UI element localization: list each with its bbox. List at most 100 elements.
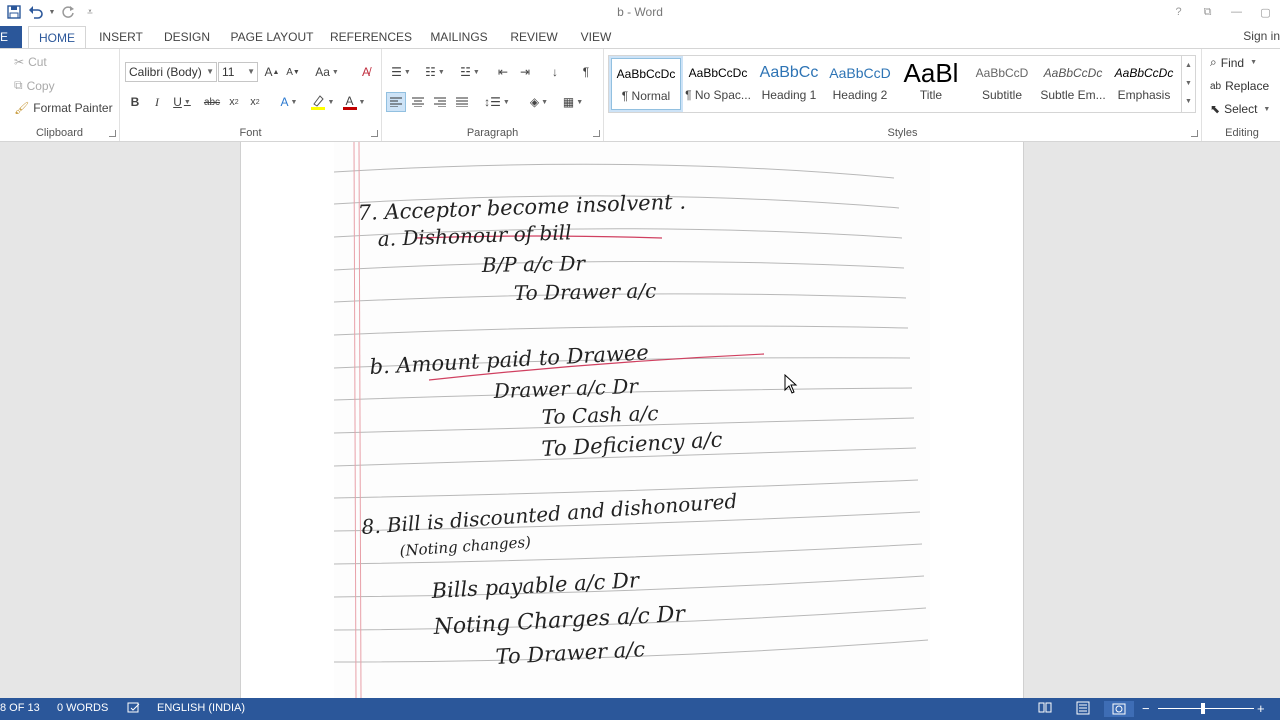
clipboard-launcher-icon[interactable]: [109, 130, 116, 137]
copy-icon: ⧉: [14, 78, 23, 92]
shrink-font-icon[interactable]: A ▼: [284, 62, 302, 82]
tab-design[interactable]: DESIGN: [160, 26, 214, 48]
tab-view[interactable]: VIEW: [574, 26, 618, 48]
copy-button[interactable]: ⧉ Copy: [14, 78, 55, 93]
replace-button[interactable]: ab Replace: [1210, 79, 1269, 93]
justify-icon[interactable]: [452, 92, 472, 112]
note-line-6: Drawer a/c Dr: [492, 374, 639, 403]
strikethrough-icon[interactable]: abc: [202, 92, 222, 112]
font-size-combo[interactable]: 11 ▼: [218, 62, 258, 82]
align-left-icon[interactable]: [386, 92, 406, 112]
numbering-icon[interactable]: ☷ ▼: [420, 62, 450, 82]
clipboard-group: ✂ Cut ⧉ Copy 🖌 Format Painter Clipboard: [0, 49, 120, 141]
sign-in-link[interactable]: Sign in: [1243, 29, 1280, 43]
language-indicator[interactable]: ENGLISH (INDIA): [157, 702, 245, 714]
font-launcher-icon[interactable]: [371, 130, 378, 137]
style-subtitle[interactable]: AaBbCcD Subtitle: [967, 58, 1037, 110]
style-heading-1[interactable]: AaBbCc Heading 1: [754, 58, 824, 110]
styles-gallery-scroll: ▲ ▼ ▼: [1181, 56, 1195, 112]
align-center-icon[interactable]: [408, 92, 428, 112]
tab-insert[interactable]: INSERT: [96, 26, 146, 48]
superscript-icon[interactable]: x2: [246, 92, 264, 112]
borders-icon[interactable]: ▦ ▼: [558, 92, 588, 112]
style-title[interactable]: AaBl Title: [896, 58, 966, 110]
styles-launcher-icon[interactable]: [1191, 130, 1198, 137]
find-button[interactable]: ⌕ Find ▼: [1210, 55, 1257, 70]
subscript-icon[interactable]: x2: [225, 92, 243, 112]
gallery-down-icon[interactable]: ▼: [1182, 74, 1195, 92]
line-spacing-icon[interactable]: ↕☰ ▼: [482, 92, 512, 112]
paintbrush-icon: 🖌: [14, 101, 30, 115]
bullets-icon[interactable]: ☰ ▼: [386, 62, 416, 82]
help-icon[interactable]: ?: [1164, 0, 1193, 24]
increase-indent-icon[interactable]: ⇥: [516, 62, 534, 82]
zoom-out-icon[interactable]: −: [1142, 701, 1150, 716]
tab-review[interactable]: REVIEW: [508, 26, 560, 48]
tab-references[interactable]: REFERENCES: [330, 26, 412, 48]
style-heading-2[interactable]: AaBbCcD Heading 2: [825, 58, 895, 110]
ribbon: ✂ Cut ⧉ Copy 🖌 Format Painter Clipboard …: [0, 48, 1280, 142]
font-size-dropdown-icon[interactable]: ▼: [247, 63, 255, 81]
web-layout-icon[interactable]: [1104, 701, 1134, 717]
note-line-3: B/P a/c Dr: [481, 251, 587, 277]
ribbon-display-options-icon[interactable]: ⧉: [1193, 0, 1222, 24]
tab-file[interactable]: E: [0, 26, 22, 48]
document-title: b - Word: [617, 5, 663, 19]
document-area[interactable]: 7. Acceptor become insolvent . a. Dishon…: [0, 142, 1280, 698]
tab-mailings[interactable]: MAILINGS: [424, 26, 494, 48]
zoom-slider[interactable]: [1158, 708, 1254, 709]
font-group: Calibri (Body) ▼ 11 ▼ A ▲ A ▼ Aa ▼ A̸ B I U ▼ …: [120, 49, 382, 141]
tab-home[interactable]: HOME: [28, 26, 86, 49]
note-line-7: To Cash a/c: [541, 401, 659, 429]
read-mode-icon[interactable]: [1038, 701, 1052, 713]
highlight-color-icon[interactable]: ▼: [308, 92, 336, 112]
ribbon-tabs: E HOME INSERT DESIGN PAGE LAYOUT REFEREN…: [0, 26, 1280, 49]
paragraph-launcher-icon[interactable]: [593, 130, 600, 137]
zoom-slider-thumb[interactable]: [1201, 703, 1205, 714]
maximize-icon[interactable]: ▢: [1251, 0, 1280, 24]
binoculars-icon: ⌕: [1210, 55, 1217, 69]
show-formatting-marks-icon[interactable]: ¶: [578, 62, 594, 82]
align-right-icon[interactable]: [430, 92, 450, 112]
zoom-in-icon[interactable]: +: [1257, 701, 1265, 716]
styles-group-label: Styles: [887, 127, 918, 139]
font-name-dropdown-icon[interactable]: ▼: [206, 63, 214, 81]
minimize-icon[interactable]: —: [1222, 0, 1251, 24]
sort-icon[interactable]: ↓: [546, 62, 564, 82]
clear-formatting-icon[interactable]: A̸: [356, 62, 376, 82]
paragraph-group-label: Paragraph: [466, 127, 519, 139]
mouse-pointer-icon: [784, 374, 798, 394]
select-button[interactable]: ⬉ Select ▼: [1210, 102, 1270, 116]
style-subtle-emphasis[interactable]: AaBbCcDc Subtle Em...: [1038, 58, 1108, 110]
multilevel-list-icon[interactable]: ☳ ▼: [454, 62, 486, 82]
gallery-up-icon[interactable]: ▲: [1182, 56, 1195, 74]
font-name-combo[interactable]: Calibri (Body) ▼: [125, 62, 217, 82]
font-color-icon[interactable]: A ▼: [340, 92, 368, 112]
text-effects-icon[interactable]: A ▼: [276, 92, 302, 112]
tab-page-layout[interactable]: PAGE LAYOUT: [228, 26, 316, 48]
gallery-more-icon[interactable]: ▼: [1182, 92, 1195, 110]
style-no-spacing[interactable]: AaBbCcDc ¶ No Spac...: [683, 58, 753, 110]
format-painter-button[interactable]: 🖌 Format Painter: [14, 101, 113, 115]
change-case-icon[interactable]: Aa ▼: [312, 62, 342, 82]
cut-button[interactable]: ✂ Cut: [14, 55, 47, 69]
style-normal[interactable]: AaBbCcDc ¶ Normal: [609, 56, 683, 112]
grow-font-icon[interactable]: A ▲: [263, 62, 281, 82]
italic-icon[interactable]: I: [148, 92, 166, 112]
notebook-photo: 7. Acceptor become insolvent . a. Dishon…: [334, 142, 930, 698]
page-count[interactable]: 8 OF 13: [0, 702, 40, 714]
bold-icon[interactable]: B: [126, 92, 144, 112]
style-emphasis[interactable]: AaBbCcDc Emphasis: [1109, 58, 1179, 110]
title-bar: ▼ ⩡ b - Word ? ⧉ — ▢: [0, 0, 1280, 26]
word-count[interactable]: 0 WORDS: [57, 702, 108, 714]
note-line-4: To Drawer a/c: [514, 279, 657, 305]
font-group-label: Font: [239, 127, 262, 139]
proofing-icon[interactable]: [127, 702, 141, 717]
clipboard-group-label: Clipboard: [35, 127, 84, 139]
shading-icon[interactable]: ◈ ▼: [524, 92, 554, 112]
print-layout-icon[interactable]: [1076, 701, 1090, 715]
decrease-indent-icon[interactable]: ⇤: [494, 62, 512, 82]
underline-icon[interactable]: U ▼: [170, 92, 194, 112]
status-bar: 8 OF 13 0 WORDS ENGLISH (INDIA) − +: [0, 698, 1280, 720]
editing-group-label: Editing: [1225, 127, 1259, 139]
